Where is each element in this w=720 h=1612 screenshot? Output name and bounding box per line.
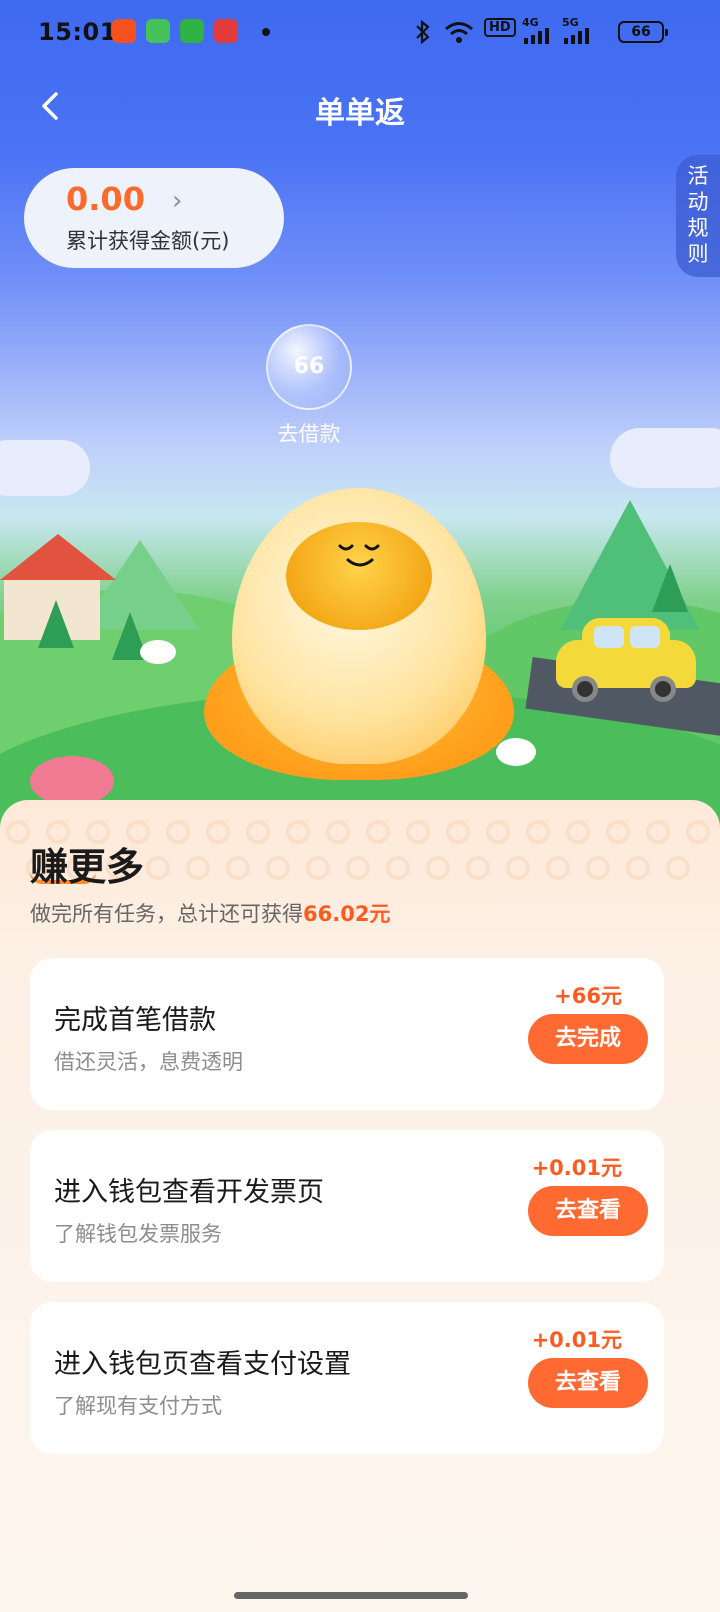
hd-badge: HD bbox=[484, 18, 516, 37]
video-app-icon bbox=[112, 19, 136, 43]
battery-indicator: 66 bbox=[618, 21, 668, 43]
task-reward: +0.01元 bbox=[531, 1328, 622, 1352]
cloud-decoration bbox=[610, 428, 720, 488]
status-time: 15:01 bbox=[38, 18, 117, 46]
coin-icon bbox=[546, 856, 570, 880]
coin-icon bbox=[686, 820, 710, 844]
notification-dot bbox=[262, 28, 270, 36]
coin-icon bbox=[366, 820, 390, 844]
task-description: 了解钱包发票服务 bbox=[54, 1222, 222, 1246]
coin-icon bbox=[226, 856, 250, 880]
coin-icon bbox=[466, 856, 490, 880]
bluetooth-icon bbox=[416, 20, 430, 44]
car-window bbox=[630, 626, 660, 648]
task-card: 完成首笔借款 借还灵活，息费透明 +66元 去完成 bbox=[30, 958, 664, 1110]
tree-decoration bbox=[38, 600, 74, 648]
coin-icon bbox=[446, 820, 470, 844]
coin-icon bbox=[146, 856, 170, 880]
borrow-bubble-label: 去借款 bbox=[277, 422, 341, 446]
home-indicator[interactable] bbox=[234, 1592, 468, 1599]
status-bar: 15:01 HD 4G 5G 66 bbox=[0, 0, 720, 64]
signal-strength-icon bbox=[524, 28, 549, 44]
coin-icon bbox=[306, 856, 330, 880]
borrow-bubble[interactable]: 66 bbox=[266, 324, 352, 410]
coin-icon bbox=[166, 820, 190, 844]
earn-more-subtitle: 做完所有任务，总计还可获得66.02元 bbox=[30, 898, 390, 928]
coin-icon bbox=[566, 820, 590, 844]
complete-task-button[interactable]: 去完成 bbox=[528, 1014, 648, 1064]
task-reward: +0.01元 bbox=[531, 1156, 622, 1180]
signal-strength-icon bbox=[564, 28, 589, 44]
car-wheel bbox=[572, 676, 598, 702]
flower-decoration bbox=[30, 756, 114, 806]
coin-icon bbox=[406, 820, 430, 844]
task-title: 进入钱包页查看支付设置 bbox=[54, 1349, 351, 1380]
coin-icon bbox=[646, 820, 670, 844]
coin-icon bbox=[186, 856, 210, 880]
coin-icon bbox=[386, 856, 410, 880]
view-payment-settings-button[interactable]: 去查看 bbox=[528, 1358, 648, 1408]
car-wheel bbox=[650, 676, 676, 702]
coin-icon bbox=[6, 820, 30, 844]
flower-decoration bbox=[496, 738, 536, 766]
task-card: 进入钱包查看开发票页 了解钱包发票服务 +0.01元 去查看 bbox=[30, 1130, 664, 1282]
activity-rules-tab[interactable]: 活动规则 bbox=[676, 155, 720, 277]
coin-icon bbox=[326, 820, 350, 844]
coin-icon bbox=[346, 856, 370, 880]
tree-decoration bbox=[652, 564, 688, 612]
messages-app-icon bbox=[146, 19, 170, 43]
coin-icon bbox=[206, 820, 230, 844]
task-reward: +66元 bbox=[554, 984, 622, 1008]
car-window bbox=[594, 626, 624, 648]
task-description: 借还灵活，息费透明 bbox=[54, 1050, 243, 1074]
coin-icon bbox=[286, 820, 310, 844]
player-app-icon bbox=[180, 19, 204, 43]
mascot-face-icon bbox=[338, 544, 380, 567]
page-title: 单单返 bbox=[315, 96, 405, 131]
task-title: 进入钱包查看开发票页 bbox=[54, 1177, 324, 1208]
coin-icon bbox=[666, 856, 690, 880]
coin-icon bbox=[526, 820, 550, 844]
earned-amount-value: 0.00 bbox=[66, 180, 145, 218]
coin-icon bbox=[266, 856, 290, 880]
house-roof bbox=[0, 534, 116, 580]
earn-more-total-amount: 66.02元 bbox=[303, 902, 391, 926]
coin-icon bbox=[626, 856, 650, 880]
flower-decoration bbox=[140, 640, 176, 664]
cloud-decoration bbox=[0, 440, 90, 496]
earn-more-subtitle-text: 做完所有任务，总计还可获得 bbox=[30, 902, 303, 926]
task-description: 了解现有支付方式 bbox=[54, 1394, 222, 1418]
coin-icon bbox=[426, 856, 450, 880]
coin-icon bbox=[506, 856, 530, 880]
bank-app-icon bbox=[214, 19, 238, 43]
view-invoice-button[interactable]: 去查看 bbox=[528, 1186, 648, 1236]
coin-icon bbox=[606, 820, 630, 844]
earn-more-title: 赚更多 bbox=[30, 845, 145, 889]
wifi-icon bbox=[445, 22, 473, 43]
coin-icon bbox=[486, 820, 510, 844]
coin-icon bbox=[586, 856, 610, 880]
chevron-right-icon: › bbox=[172, 186, 183, 216]
task-title: 完成首笔借款 bbox=[54, 1005, 216, 1036]
coin-icon bbox=[246, 820, 270, 844]
earned-amount-card[interactable]: 0.00 › 累计获得金额(元) bbox=[24, 168, 284, 268]
task-card: 进入钱包页查看支付设置 了解现有支付方式 +0.01元 去查看 bbox=[30, 1302, 664, 1454]
earned-amount-label: 累计获得金额(元) bbox=[66, 229, 230, 253]
